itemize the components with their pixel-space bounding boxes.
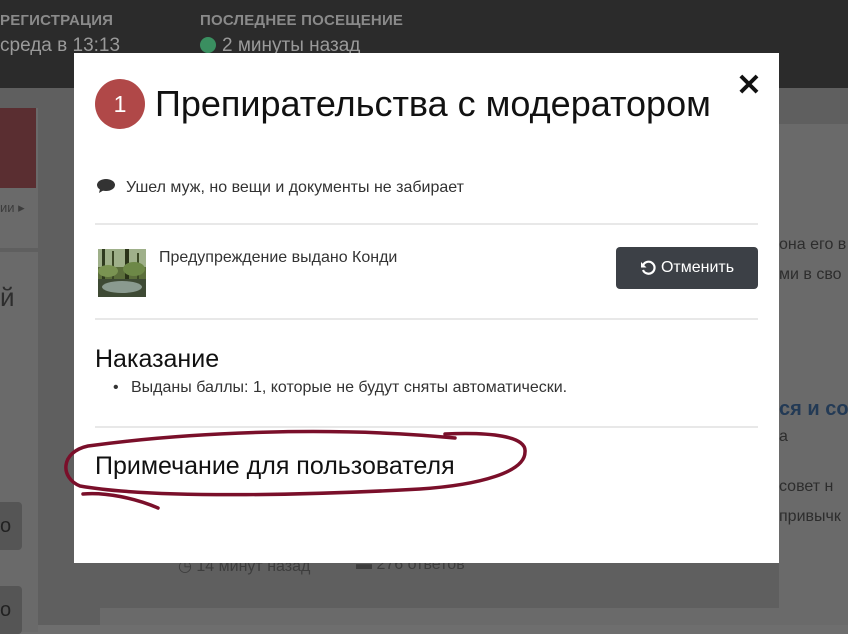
last-visit-stat: ПОСЛЕДНЕЕ ПОСЕЩЕНИЕ 2 минуты назад [200, 12, 403, 57]
bottom-strip [100, 608, 848, 625]
left-cover-image [0, 108, 36, 188]
undo-icon [640, 260, 656, 275]
left-button-1[interactable]: о [0, 502, 22, 550]
revert-button-label: Отменить [660, 259, 735, 276]
warning-issued-text: Предупреждение выдано Конди [159, 249, 398, 266]
punishment-item: • Выданы баллы: 1, которые не будут сняты… [113, 379, 568, 396]
punishment-item-text: Выданы баллы: 1, которые не будут сняты … [131, 379, 568, 396]
comment-icon [97, 179, 115, 193]
bg-right-text-1: она его в [779, 236, 847, 253]
online-status-icon [200, 37, 216, 53]
points-badge: 1 [95, 79, 145, 129]
right-content-panel [779, 124, 848, 625]
divider [95, 426, 758, 428]
modal-title: Препирательства с модератором [155, 83, 711, 124]
registration-stat: РЕГИСТРАЦИЯ среда в 13:13 [0, 12, 120, 57]
revert-button[interactable]: Отменить [616, 247, 758, 289]
topic-subtitle-text: Ушел муж, но вещи и документы не забирае… [126, 179, 464, 196]
bg-topic-title[interactable]: ся и со [779, 398, 848, 421]
left-button-2[interactable]: о [0, 586, 22, 634]
last-visit-label: ПОСЛЕДНЕЕ ПОСЕЩЕНИЕ [200, 12, 404, 29]
moderator-avatar[interactable] [98, 249, 146, 297]
bg-right-text-4: привычк [779, 508, 841, 525]
topic-subtitle: Ушел муж, но вещи и документы не забирае… [95, 178, 464, 197]
bg-right-text-3: совет н [779, 478, 834, 495]
registration-label: РЕГИСТРАЦИЯ [0, 12, 114, 29]
left-more-link[interactable]: ии ▸ [0, 200, 25, 216]
close-icon[interactable]: ✕ [736, 70, 762, 102]
punishment-heading: Наказание [95, 345, 220, 373]
bg-topic-subtitle: а [779, 428, 788, 445]
divider [95, 223, 758, 225]
bg-right-text-2: ми в сво [779, 266, 842, 283]
left-letter: й [0, 282, 15, 312]
user-note-heading: Примечание для пользователя [95, 452, 455, 480]
divider [95, 318, 758, 320]
